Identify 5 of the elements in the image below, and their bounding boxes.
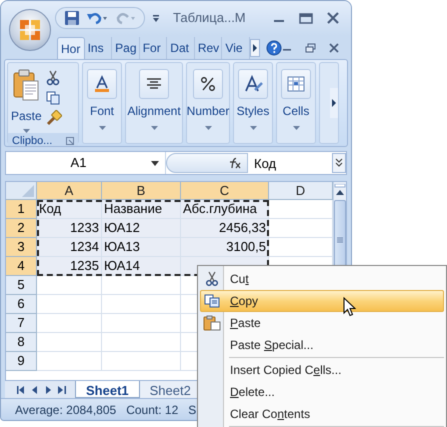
status-text: Count: 12 bbox=[126, 402, 178, 418]
window-title: Таблица...M bbox=[173, 9, 246, 28]
group-label: Clipbo... bbox=[12, 134, 52, 146]
status-text: S bbox=[188, 402, 196, 418]
status-text: Average: 2084,805 bbox=[15, 402, 116, 418]
